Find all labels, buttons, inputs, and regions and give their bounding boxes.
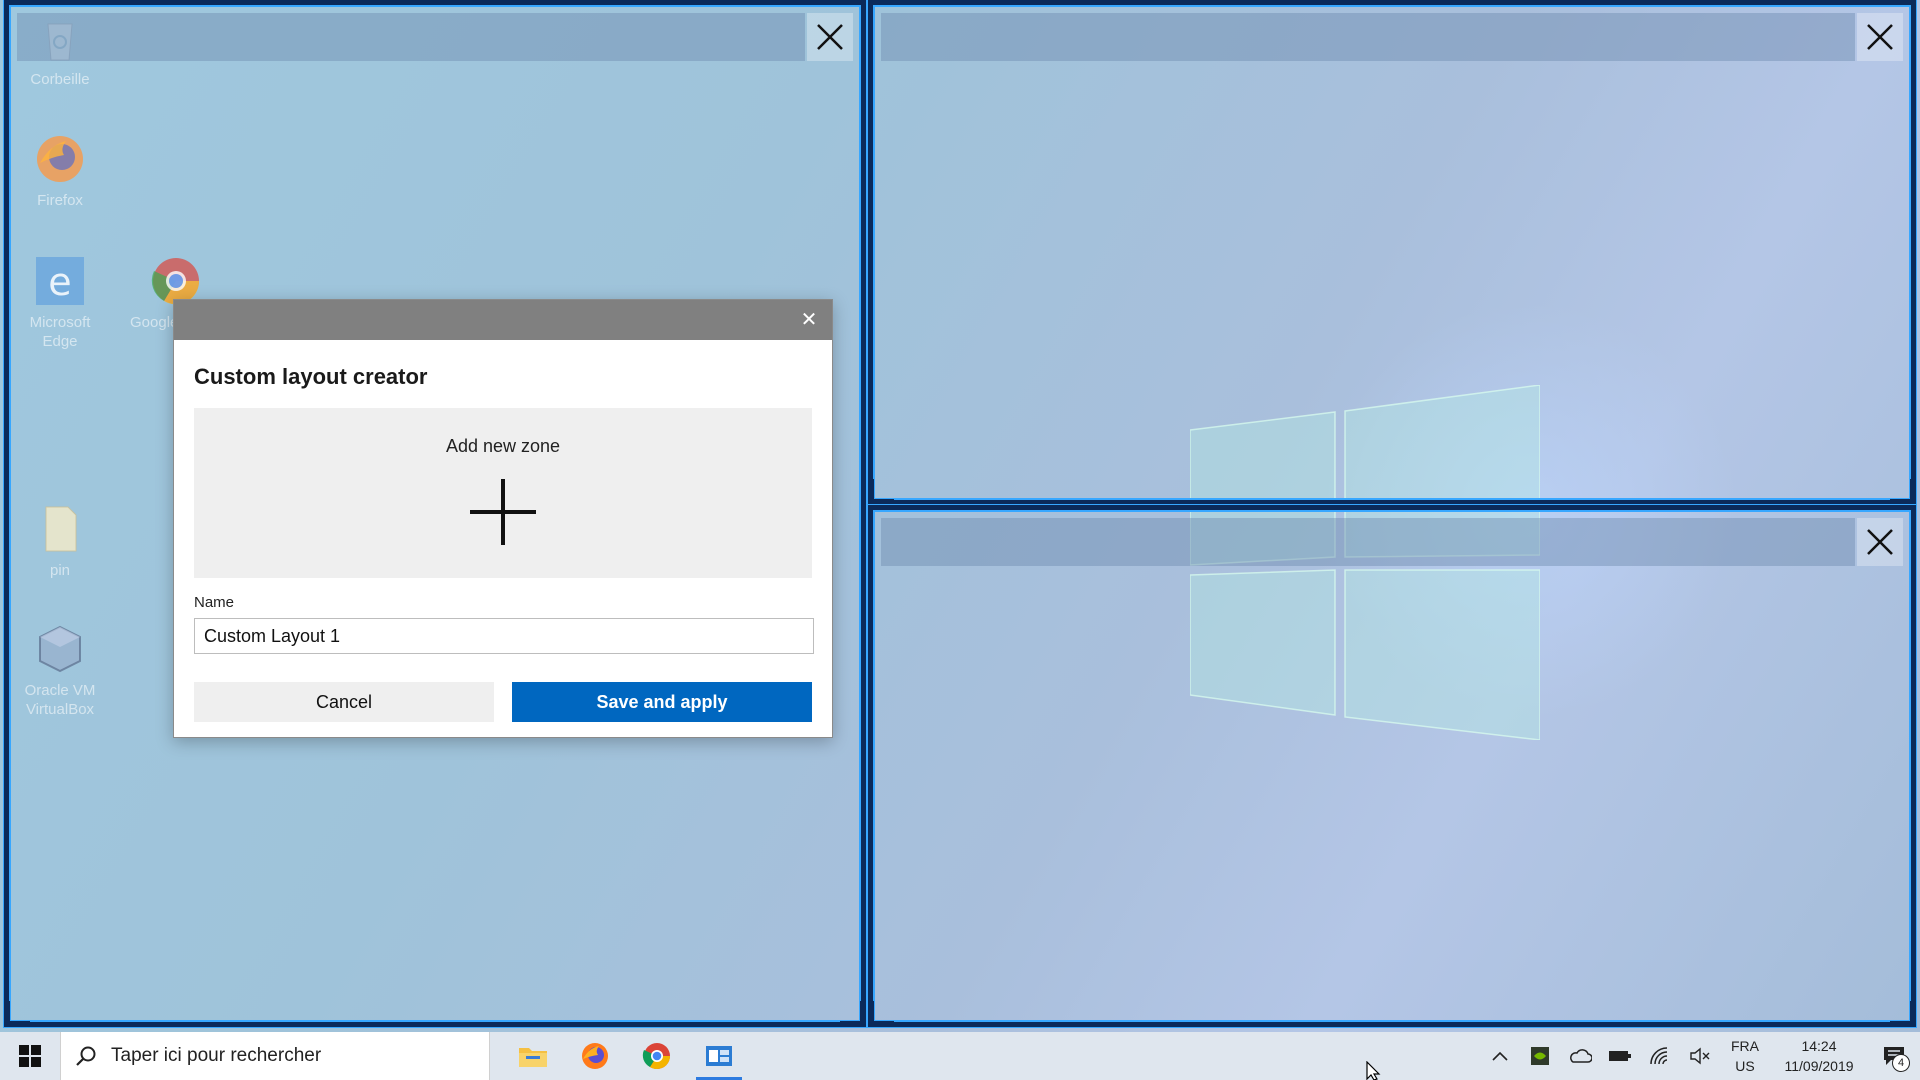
clock-time: 14:24 [1801, 1038, 1837, 1054]
dialog-titlebar[interactable]: ✕ [174, 300, 832, 340]
zone-resize-handle[interactable] [4, 1001, 30, 1027]
chrome-icon [642, 1043, 671, 1070]
taskbar-clock[interactable]: 14:24 11/09/2019 [1770, 1036, 1868, 1076]
tray-volume[interactable] [1680, 1032, 1720, 1080]
show-hidden-icons-button[interactable] [1480, 1032, 1520, 1080]
lang-top: FRA [1731, 1038, 1759, 1054]
name-label: Name [194, 594, 235, 611]
nvidia-icon [1531, 1047, 1549, 1065]
search-placeholder: Taper ici pour rechercher [111, 1045, 322, 1066]
desktop: Corbeille Firefox e Microsoft Edge Googl… [0, 0, 1920, 1032]
add-new-zone-button[interactable]: Add new zone [194, 408, 812, 578]
search-icon [76, 1046, 96, 1066]
clock-date: 11/09/2019 [1784, 1058, 1854, 1074]
onedrive-cloud-icon [1570, 1049, 1592, 1063]
battery-icon [1609, 1051, 1631, 1061]
start-button[interactable] [0, 1032, 60, 1080]
lang-bottom: US [1735, 1058, 1755, 1074]
file-explorer-icon [519, 1048, 547, 1067]
zone-drag-bar[interactable] [881, 13, 1855, 61]
taskbar-app-fancyzones-editor[interactable] [688, 1032, 750, 1080]
wifi-icon [1650, 1047, 1668, 1065]
taskbar-app-firefox[interactable] [564, 1032, 626, 1080]
zone-resize-handle[interactable] [840, 1001, 866, 1027]
tray-battery[interactable] [1600, 1032, 1640, 1080]
tray-network[interactable] [1640, 1032, 1680, 1080]
zone-drag-bar[interactable] [881, 518, 1855, 566]
custom-layout-dialog: ✕ Custom layout creator Add new zone Nam… [173, 299, 833, 738]
input-language-indicator[interactable]: FRA US [1720, 1036, 1770, 1076]
taskbar-app-chrome[interactable] [626, 1032, 688, 1080]
plus-icon [470, 479, 536, 545]
notification-count-badge: 4 [1892, 1054, 1910, 1072]
dialog-close-button[interactable]: ✕ [798, 309, 820, 331]
layout-name-input[interactable] [194, 618, 814, 654]
firefox-icon [582, 1043, 608, 1069]
fancyzones-editor-icon [706, 1046, 732, 1066]
close-icon [1867, 24, 1893, 50]
zone-bottom-right[interactable] [868, 505, 1916, 1027]
zone-top-right[interactable] [868, 0, 1916, 505]
taskbar-search-box[interactable]: Taper ici pour rechercher [60, 1032, 490, 1080]
close-icon [1867, 529, 1893, 555]
chevron-up-icon [1492, 1051, 1508, 1061]
taskbar: Taper ici pour rechercher FRA US 14:24 1… [0, 1032, 1920, 1080]
zone-resize-handle[interactable] [1890, 1001, 1916, 1027]
zone-resize-handle[interactable] [868, 479, 894, 505]
zone-resize-handle[interactable] [868, 1001, 894, 1027]
zone-close-button[interactable] [1857, 13, 1903, 61]
dialog-title: Custom layout creator [194, 364, 428, 389]
close-icon [817, 24, 843, 50]
mouse-pointer-icon [1366, 1061, 1381, 1080]
action-center-button[interactable]: 4 [1868, 1032, 1920, 1080]
volume-muted-icon [1690, 1047, 1710, 1065]
zone-drag-bar[interactable] [17, 13, 805, 61]
cancel-button[interactable]: Cancel [194, 682, 494, 722]
tray-onedrive[interactable] [1560, 1032, 1600, 1080]
tray-app-nvidia[interactable] [1520, 1032, 1560, 1080]
system-tray: FRA US 14:24 11/09/2019 4 [1480, 1032, 1920, 1080]
zone-resize-handle[interactable] [1890, 479, 1916, 505]
windows-start-icon [19, 1045, 41, 1067]
save-and-apply-button[interactable]: Save and apply [512, 682, 812, 722]
add-new-zone-label: Add new zone [445, 436, 561, 456]
zone-close-button[interactable] [1857, 518, 1903, 566]
taskbar-app-file-explorer[interactable] [502, 1032, 564, 1080]
zone-close-button[interactable] [807, 13, 853, 61]
